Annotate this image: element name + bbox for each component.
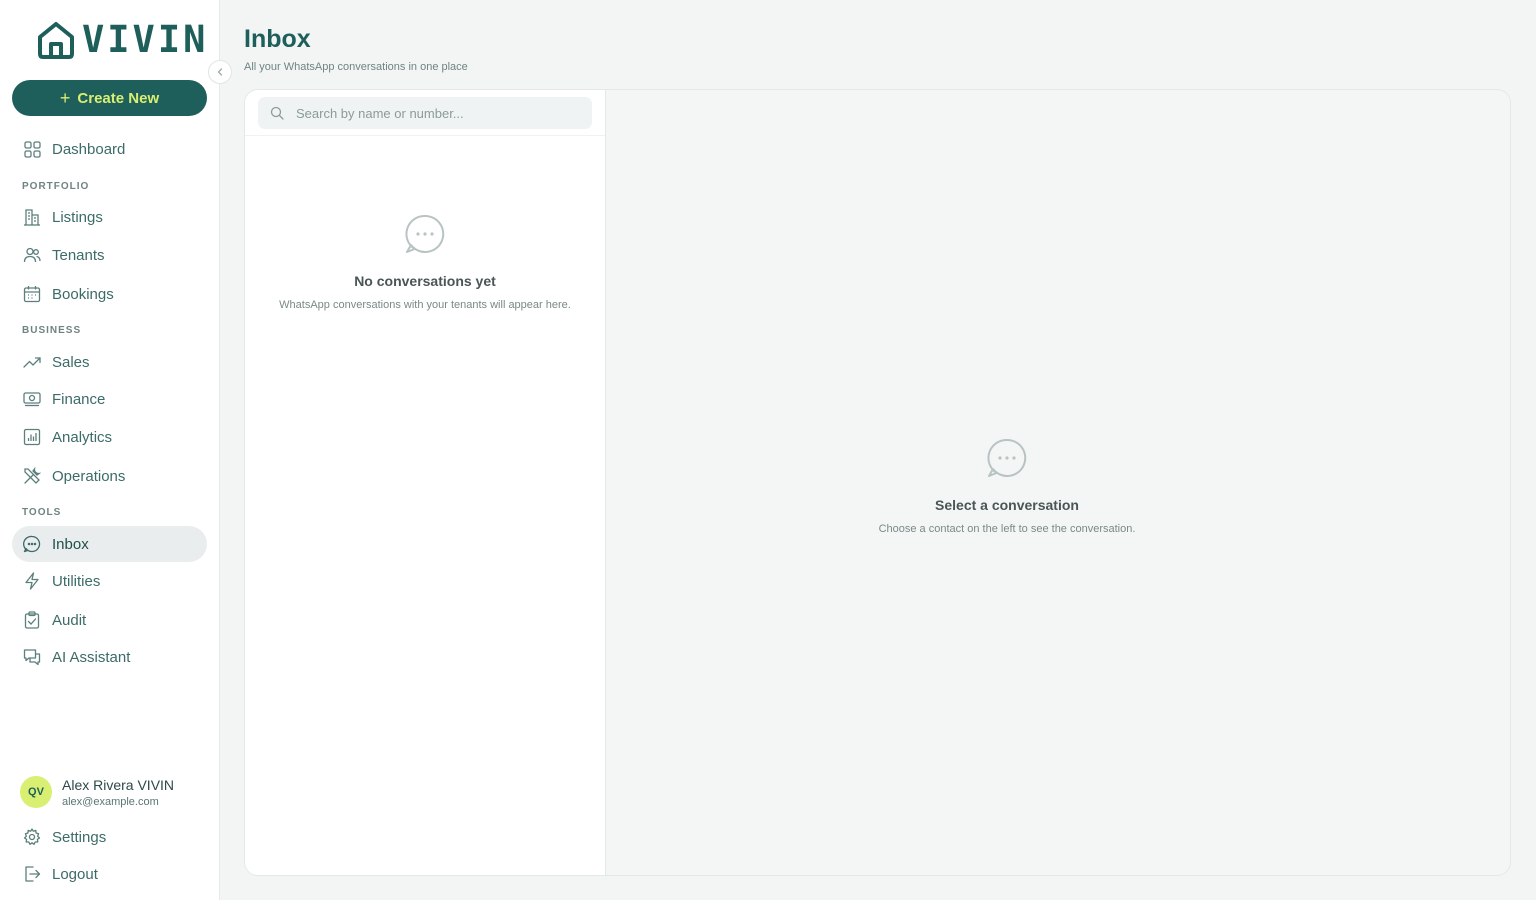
sidebar-item-label: Settings — [52, 828, 107, 846]
page-title: Inbox — [244, 25, 311, 53]
sidebar-item-audit[interactable]: Audit — [12, 602, 207, 638]
sidebar-item-tenants[interactable]: Tenants — [12, 237, 207, 273]
sidebar-item-listings[interactable]: Listings — [12, 199, 207, 235]
section-business: BUSINESS — [22, 325, 82, 336]
trending-up-icon — [23, 353, 41, 371]
page-subtitle: All your WhatsApp conversations in one p… — [244, 61, 468, 73]
chat-bubble-icon — [405, 214, 445, 253]
grid-icon — [23, 140, 41, 158]
sidebar-item-ai-assistant[interactable]: AI Assistant — [12, 639, 207, 675]
sidebar-item-analytics[interactable]: Analytics — [12, 419, 207, 455]
sidebar-item-label: Finance — [52, 390, 106, 408]
sidebar-item-label: Logout — [52, 865, 98, 883]
create-new-label: Create New — [77, 89, 160, 107]
calendar-icon — [23, 285, 41, 303]
users-icon — [23, 246, 41, 264]
empty-title: No conversations yet — [354, 273, 496, 289]
search-box — [258, 97, 592, 129]
sidebar-item-logout[interactable]: Logout — [12, 856, 207, 892]
sidebar-item-label: Dashboard — [52, 140, 126, 158]
sidebar-item-label: Tenants — [52, 246, 105, 264]
gear-icon — [23, 828, 41, 846]
sidebar-item-bookings[interactable]: Bookings — [12, 276, 207, 312]
sidebar-item-label: Utilities — [52, 572, 101, 590]
sidebar-item-finance[interactable]: Finance — [12, 381, 207, 417]
sidebar-item-label: Inbox — [52, 535, 89, 553]
inbox-panel: No conversations yet WhatsApp conversati… — [244, 89, 1511, 876]
logo[interactable]: VIVIN — [36, 20, 208, 60]
building-icon — [23, 208, 41, 226]
empty-description: WhatsApp conversations with your tenants… — [279, 299, 571, 311]
sidebar-item-label: Bookings — [52, 285, 114, 303]
sidebar-item-settings[interactable]: Settings — [12, 819, 207, 855]
brand-name: VIVIN — [82, 18, 209, 61]
sidebar: VIVIN + Create New Dashboard PORTFOLIO L… — [0, 0, 232, 900]
zap-icon — [23, 572, 41, 590]
banknote-icon — [23, 390, 41, 408]
user-profile[interactable]: QV Alex Rivera VIVIN alex@example.com — [20, 776, 174, 808]
section-portfolio: PORTFOLIO — [22, 181, 90, 192]
sidebar-item-label: Operations — [52, 467, 126, 485]
conversation-list-empty-state: No conversations yet WhatsApp conversati… — [265, 214, 585, 313]
avatar: QV — [20, 776, 52, 808]
search-divider — [245, 135, 605, 136]
sidebar-item-sales[interactable]: Sales — [12, 344, 207, 380]
search-input[interactable] — [296, 105, 576, 121]
sidebar-item-operations[interactable]: Operations — [12, 458, 207, 494]
create-new-button[interactable]: + Create New — [12, 80, 207, 116]
plus-icon: + — [59, 88, 71, 108]
conversation-list: No conversations yet WhatsApp conversati… — [245, 90, 606, 875]
tools-icon — [23, 467, 41, 485]
empty-title: Select a conversation — [935, 497, 1079, 513]
sidebar-item-label: Analytics — [52, 428, 113, 446]
sidebar-item-dashboard[interactable]: Dashboard — [12, 131, 207, 167]
user-email: alex@example.com — [62, 795, 159, 808]
empty-description: Choose a contact on the left to see the … — [878, 523, 1136, 535]
clipboard-check-icon — [23, 611, 41, 629]
sidebar-item-label: Sales — [52, 353, 90, 371]
sidebar-item-utilities[interactable]: Utilities — [12, 563, 207, 599]
bar-chart-icon — [23, 428, 41, 446]
chat-bubble-icon — [987, 438, 1027, 477]
message-circle-icon — [23, 535, 41, 553]
user-name: Alex Rivera VIVIN — [62, 776, 175, 793]
sidebar-item-inbox[interactable]: Inbox — [12, 526, 207, 562]
section-tools: TOOLS — [22, 507, 62, 518]
conversation-detail-empty-state: Select a conversation Choose a contact o… — [807, 438, 1207, 537]
sidebar-item-label: Listings — [52, 208, 103, 226]
messages-icon — [23, 648, 41, 666]
sidebar-item-label: AI Assistant — [52, 648, 131, 666]
logout-icon — [23, 865, 41, 883]
search-icon — [270, 106, 284, 120]
collapse-sidebar-button[interactable] — [208, 60, 232, 84]
house-logo-icon — [38, 22, 74, 59]
chevron-left-icon — [217, 68, 223, 76]
sidebar-item-label: Audit — [52, 611, 87, 629]
